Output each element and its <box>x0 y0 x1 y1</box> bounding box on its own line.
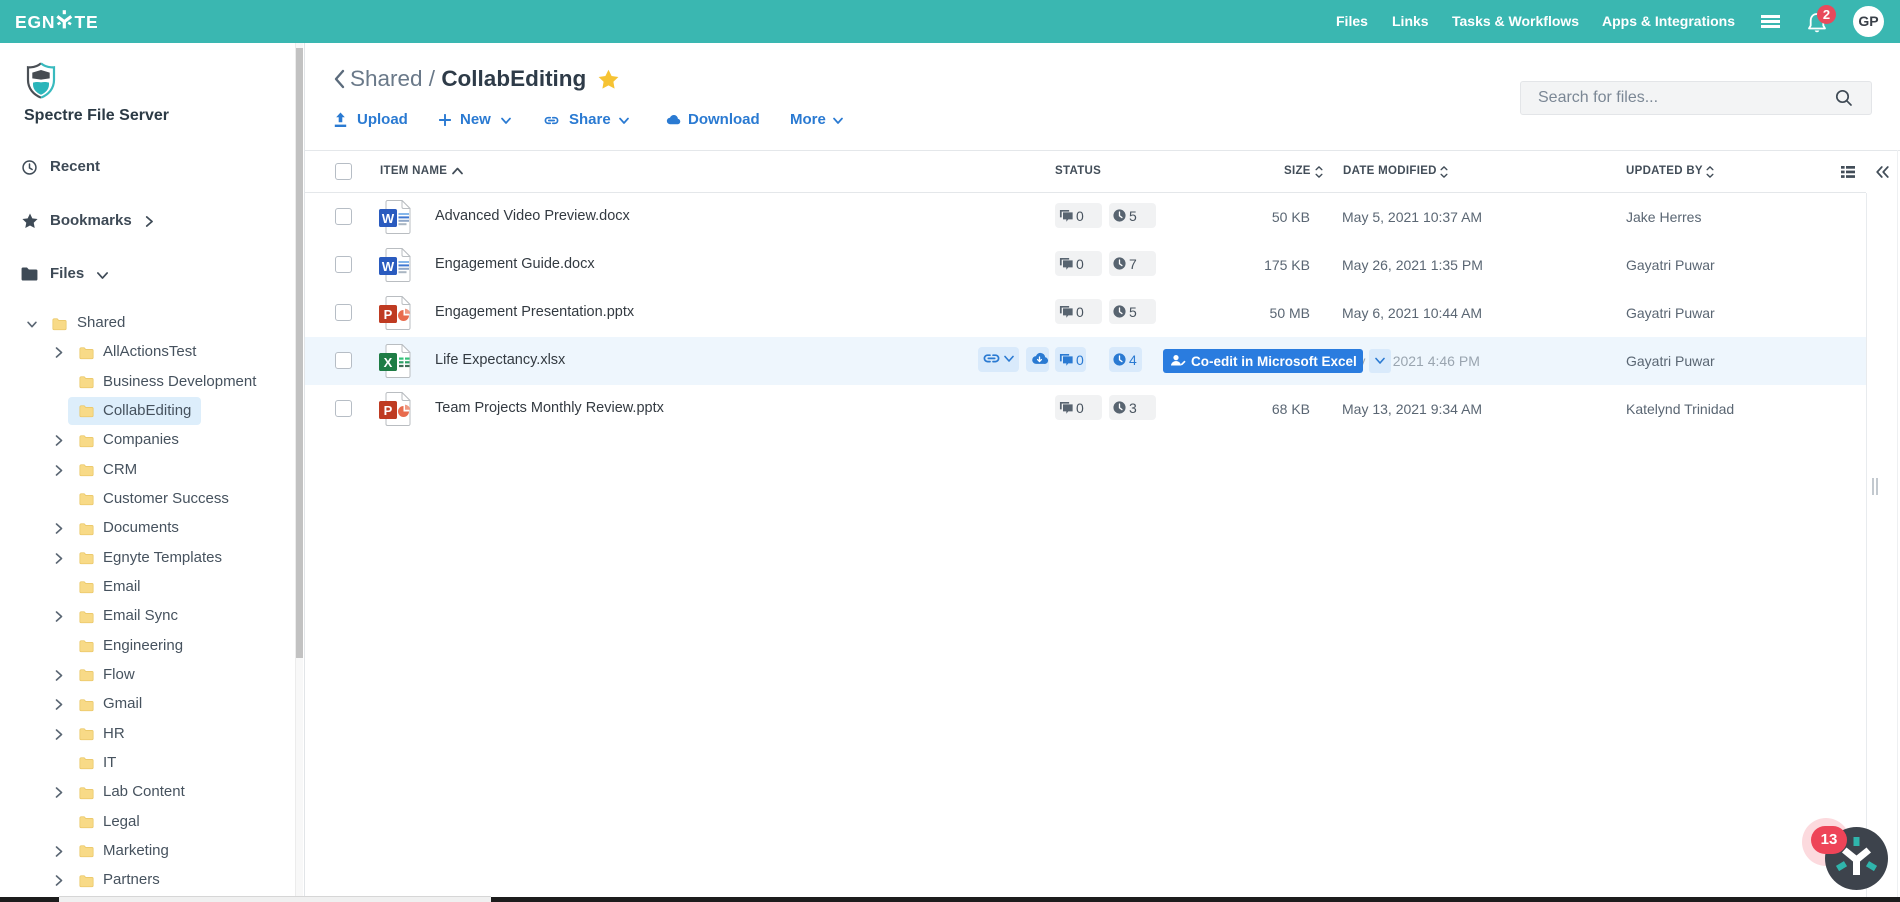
svg-text:TE: TE <box>75 12 99 32</box>
svg-text:X: X <box>384 355 393 370</box>
svg-text:P: P <box>384 307 393 322</box>
svg-text:W: W <box>382 211 395 226</box>
svg-text:EGN: EGN <box>15 12 55 32</box>
svg-text:W: W <box>382 259 395 274</box>
svg-text:P: P <box>384 403 393 418</box>
